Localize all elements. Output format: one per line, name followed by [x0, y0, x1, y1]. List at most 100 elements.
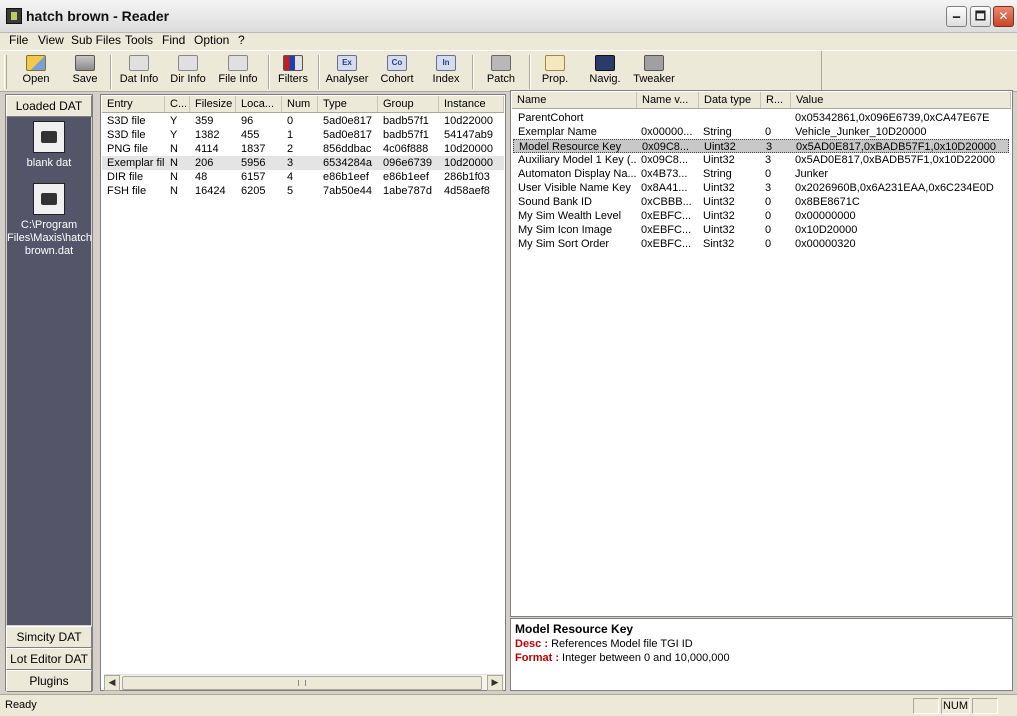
cell-location: 6157: [241, 171, 266, 183]
table-row[interactable]: Exemplar file N 206 5956 3 6534284a 096e6739 10…: [102, 156, 504, 170]
cell-num: 3: [287, 157, 294, 169]
table-row[interactable]: S3D file Y 1382 455 1 5ad0e817 badb57f1 54147ab…: [102, 128, 504, 142]
table-row[interactable]: DIR file N 48 6157 4 e86b1eef e86b1eef 286b1f03: [102, 170, 504, 184]
cell-filesize: 359: [195, 115, 214, 127]
cell-name: My Sim Sort Order: [518, 238, 610, 250]
menu-tools[interactable]: Tools: [125, 33, 153, 47]
column-type[interactable]: Type: [318, 96, 378, 112]
column-data-type[interactable]: Data type: [699, 92, 761, 108]
tweaker-label: Tweaker: [633, 73, 675, 85]
table-row[interactable]: PNG file N 4114 1837 2 856ddbac 4c06f888 10d200…: [102, 142, 504, 156]
column-value[interactable]: Value: [791, 92, 1011, 108]
index-button[interactable]: In Index: [427, 53, 465, 89]
cell-c: Y: [170, 129, 178, 141]
open-button[interactable]: Open: [16, 53, 56, 89]
cell-type: 5ad0e817: [323, 129, 372, 141]
cell-data-type: Sint32: [703, 238, 735, 250]
tab-plugins[interactable]: Plugins: [6, 670, 92, 692]
dat-file-item[interactable]: blank dat: [7, 121, 91, 170]
table-row[interactable]: FSH file N 16424 6205 5 7ab50e44 1abe787d 4d58a…: [102, 184, 504, 198]
tab-lot-editor-dat[interactable]: Lot Editor DAT: [6, 648, 92, 670]
cell-location: 5956: [241, 157, 266, 169]
dat-sidebar: Loaded DAT blank dat C:\Program Files\Ma…: [5, 94, 93, 692]
description-desc-line: Desc : References Model file TGI ID: [515, 638, 693, 650]
column-compressed[interactable]: C...: [165, 96, 190, 112]
cell-name: Auxiliary Model 1 Key (...: [518, 154, 636, 166]
cohort-button[interactable]: Co Cohort: [376, 53, 418, 89]
cell-name-value: 0xEBFC...: [641, 210, 692, 222]
scroll-right-arrow-icon[interactable]: ▶: [487, 675, 503, 691]
navig-button[interactable]: Navig.: [585, 53, 625, 89]
cohort-label: Cohort: [380, 73, 414, 85]
file-info-icon: [228, 55, 248, 71]
column-location[interactable]: Loca...: [236, 96, 282, 112]
dat-info-button[interactable]: Dat Info: [116, 53, 162, 89]
menu-sub-files[interactable]: Sub Files: [71, 33, 121, 47]
cell-value: 0x5AD0E817,0xBADB57F1,0x10D22000: [795, 154, 995, 166]
column-instance[interactable]: Instance: [439, 96, 504, 112]
analyser-button[interactable]: Ex Analyser: [324, 53, 370, 89]
analyser-icon: Ex: [337, 55, 357, 71]
column-name[interactable]: Name: [512, 92, 637, 108]
property-row[interactable]: Sound Bank ID 0xCBBB... Uint32 0 0x8BE8671C: [513, 195, 1009, 209]
cell-filesize: 206: [195, 157, 214, 169]
toolbar-separator: [472, 55, 474, 89]
tweaker-button[interactable]: Tweaker: [631, 53, 677, 89]
column-reps[interactable]: R...: [761, 92, 791, 108]
cell-reps: 3: [765, 182, 772, 194]
file-info-label: File Info: [218, 73, 258, 85]
status-pane-num: NUM: [941, 698, 970, 714]
menu-option[interactable]: Option: [194, 33, 229, 47]
prop-button[interactable]: Prop.: [536, 53, 574, 89]
tab-simcity-dat[interactable]: Simcity DAT: [6, 626, 92, 648]
property-row[interactable]: ParentCohort 0x05342861,0x096E6739,0xCA47…: [513, 111, 1009, 125]
column-group[interactable]: Group: [378, 96, 439, 112]
property-row[interactable]: Auxiliary Model 1 Key (... 0x09C8... Uint3…: [513, 153, 1009, 167]
filters-button[interactable]: Filters: [274, 53, 312, 89]
maximize-button[interactable]: 🗖: [970, 6, 991, 27]
column-num[interactable]: Num: [282, 96, 318, 112]
toolbar: Open Save Dat Info Dir Info File Info Fi…: [0, 50, 1017, 92]
cell-entry: S3D file: [107, 115, 146, 127]
entry-list: Entry C... Filesize Loca... Num Type Gro…: [100, 94, 506, 691]
patch-label: Patch: [486, 73, 516, 85]
column-name-value[interactable]: Name v...: [637, 92, 699, 108]
scroll-left-arrow-icon[interactable]: ◀: [104, 675, 120, 691]
menu-view[interactable]: View: [38, 33, 64, 47]
minimize-button[interactable]: 🗕: [946, 6, 967, 27]
patch-button[interactable]: Patch: [481, 53, 521, 89]
scroll-thumb[interactable]: [122, 676, 482, 690]
cell-name-value: 0x8A41...: [641, 182, 688, 194]
toolbar-separator: [268, 55, 270, 89]
cell-filesize: 48: [195, 171, 208, 183]
file-info-button[interactable]: File Info: [215, 53, 261, 89]
cell-value: 0x00000320: [795, 238, 856, 250]
column-filesize[interactable]: Filesize: [190, 96, 236, 112]
property-row[interactable]: My Sim Icon Image 0xEBFC... Uint32 0 0x10D20…: [513, 223, 1009, 237]
menu-help[interactable]: ?: [238, 33, 245, 47]
property-row[interactable]: Automaton Display Na... 0x4B73... String 0 J…: [513, 167, 1009, 181]
table-row[interactable]: S3D file Y 359 96 0 5ad0e817 badb57f1 10d22000: [102, 114, 504, 128]
menu-file[interactable]: File: [9, 33, 28, 47]
property-row[interactable]: My Sim Wealth Level 0xEBFC... Uint32 0 0x000…: [513, 209, 1009, 223]
cell-instance: 4d58aef8: [444, 185, 490, 197]
dir-info-button[interactable]: Dir Info: [166, 53, 210, 89]
cell-location: 96: [241, 115, 254, 127]
save-button[interactable]: Save: [66, 53, 104, 89]
cell-reps: 0: [765, 168, 772, 180]
property-row[interactable]: Model Resource Key 0x09C8... Uint32 3 0x5AD0…: [513, 139, 1009, 153]
tab-loaded-dat[interactable]: Loaded DAT: [6, 95, 92, 117]
cell-name-value: 0x09C8...: [642, 141, 690, 153]
properties-header: Name Name v... Data type R... Value: [512, 92, 1011, 109]
cell-num: 2: [287, 143, 294, 155]
property-row[interactable]: User Visible Name Key 0x8A41... Uint32 3 0x2…: [513, 181, 1009, 195]
close-button[interactable]: ✕: [993, 6, 1014, 27]
cell-value: 0x8BE8671C: [795, 196, 860, 208]
entry-horizontal-scrollbar[interactable]: ◀ ▶: [104, 674, 504, 691]
menu-find[interactable]: Find: [162, 33, 185, 47]
column-entry[interactable]: Entry: [102, 96, 165, 112]
property-row[interactable]: Exemplar Name 0x00000... String 0 Vehicle_Ju…: [513, 125, 1009, 139]
dat-file-item[interactable]: C:\Program Files\Maxis\hatch brown.dat: [7, 183, 92, 258]
property-row[interactable]: My Sim Sort Order 0xEBFC... Sint32 0 0x00000…: [513, 237, 1009, 251]
patch-icon: [491, 55, 511, 71]
